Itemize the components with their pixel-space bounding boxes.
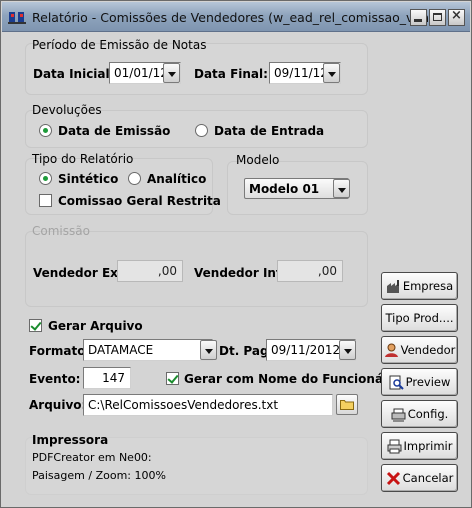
maximize-button[interactable]: [429, 9, 446, 26]
title-bar[interactable]: Relatório - Comissões de Vendedores (w_e…: [2, 2, 470, 32]
radio-data-emissao-label: Data de Emissão: [58, 124, 171, 138]
factory-icon: [386, 279, 399, 293]
user-icon: [384, 343, 398, 357]
radio-data-entrada[interactable]: [195, 124, 208, 137]
tipo-prod-button[interactable]: Tipo Prod....: [381, 304, 458, 332]
config-button[interactable]: Config.: [381, 400, 458, 428]
app-logo-icon: [8, 12, 26, 24]
gerar-arquivo-label: Gerar Arquivo: [48, 319, 143, 333]
radio-data-entrada-label: Data de Entrada: [214, 124, 325, 138]
dt-pag-dropdown-button[interactable]: [339, 340, 356, 360]
printer-zoom: Paisagem / Zoom: 100%: [32, 469, 166, 482]
printer-settings-icon: [391, 408, 406, 421]
vendedor-int-label: Vendedor Int:: [194, 266, 287, 280]
printer-name: PDFCreator em Ne00:: [32, 451, 152, 464]
maximize-icon: [433, 13, 442, 21]
folder-icon: [340, 400, 354, 410]
radio-analitico-label: Analítico: [147, 172, 207, 186]
vendedor-button-label: Vendedor: [400, 343, 456, 357]
data-final-dropdown-button[interactable]: [323, 63, 340, 83]
comissao-title: Comissão: [32, 224, 90, 238]
data-inicial-label: Data Inicial:: [33, 67, 115, 81]
formato-select[interactable]: DATAMACE: [83, 339, 213, 361]
close-icon: ×: [451, 8, 462, 23]
arquivo-label: Arquivo:: [29, 398, 87, 412]
cancelar-button-label: Cancelar: [402, 471, 454, 485]
modelo-title: Modelo: [236, 153, 280, 167]
formato-label: Formato:: [29, 344, 91, 358]
periodo-title: Período de Emissão de Notas: [32, 38, 207, 52]
empresa-button[interactable]: Empresa: [381, 272, 458, 300]
radio-analitico[interactable]: [128, 172, 141, 185]
cancelar-button[interactable]: Cancelar: [381, 464, 458, 492]
vendedor-int-input[interactable]: ,00: [277, 260, 343, 282]
evento-input[interactable]: 147: [83, 367, 131, 389]
formato-dropdown-button[interactable]: [200, 340, 217, 360]
data-inicial-dropdown-button[interactable]: [163, 63, 180, 83]
devolucoes-title: Devoluções: [32, 103, 102, 117]
gerar-nome-label: Gerar com Nome do Funcionário: [184, 372, 402, 386]
cancel-x-icon: [386, 471, 400, 485]
preview-button-label: Preview: [405, 375, 451, 389]
comissao-geral-checkbox[interactable]: [39, 194, 52, 207]
data-final-label: Data Final:: [194, 67, 268, 81]
radio-data-emissao[interactable]: [39, 124, 52, 137]
close-button[interactable]: ×: [448, 8, 465, 26]
preview-icon: [389, 375, 404, 390]
comissao-geral-label: Comissao Geral Restrita: [58, 194, 221, 208]
window-title: Relatório - Comissões de Vendedores (w_e…: [32, 10, 442, 25]
imprimir-button-label: Imprimir: [403, 439, 453, 453]
tipo-prod-button-label: Tipo Prod....: [385, 311, 454, 325]
empresa-button-label: Empresa: [402, 279, 454, 293]
vendedor-ext-label: Vendedor Ext:: [33, 266, 129, 280]
radio-sintetico[interactable]: [39, 172, 52, 185]
vendedor-ext-input[interactable]: ,00: [117, 260, 183, 282]
preview-button[interactable]: Preview: [381, 368, 458, 396]
tipo-relatorio-title: Tipo do Relatório: [32, 152, 134, 166]
vendedor-button[interactable]: Vendedor: [381, 336, 458, 364]
config-button-label: Config.: [407, 407, 449, 421]
imprimir-button[interactable]: Imprimir: [381, 432, 458, 460]
radio-sintetico-label: Sintético: [58, 172, 119, 186]
modelo-dropdown-button[interactable]: [333, 179, 350, 198]
gerar-nome-checkbox[interactable]: [166, 372, 179, 385]
minimize-button[interactable]: [410, 9, 427, 26]
printer-icon: [387, 439, 402, 453]
evento-label: Evento:: [29, 372, 81, 386]
minimize-icon: [414, 19, 422, 22]
impressora-title: Impressora: [32, 433, 109, 447]
report-window: Relatório - Comissões de Vendedores (w_e…: [0, 0, 472, 508]
gerar-arquivo-checkbox[interactable]: [29, 319, 42, 332]
arquivo-input[interactable]: C:\RelComissoesVendedores.txt: [83, 394, 333, 416]
